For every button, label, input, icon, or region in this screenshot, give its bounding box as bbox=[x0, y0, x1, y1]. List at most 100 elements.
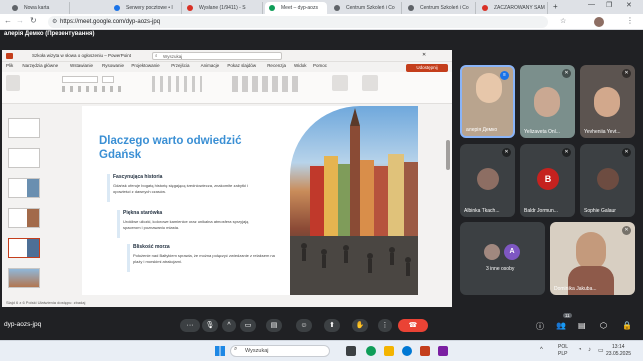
close-window-icon[interactable]: ✕ bbox=[626, 1, 632, 9]
participant-tile[interactable]: ✕ Yelizaveta Onl... bbox=[520, 65, 575, 138]
gdansk-photo bbox=[290, 106, 418, 295]
tab-favicon-icon bbox=[334, 5, 340, 11]
powerpoint-taskbar-icon[interactable] bbox=[420, 346, 430, 356]
ppt-ribbon-tabs: Plik Narzędzia główne Wstawianie Rysowanie P… bbox=[2, 62, 452, 72]
browser-tab-6[interactable]: ZACZAROWANY SAM bbox=[478, 2, 548, 14]
slide-thumbnail-active[interactable] bbox=[8, 238, 40, 258]
file-explorer-icon[interactable] bbox=[384, 346, 394, 356]
self-view-tile[interactable]: ✕ Dominika Jakuba... bbox=[550, 222, 635, 295]
keyboard-layout[interactable]: PLP bbox=[558, 351, 567, 357]
meeting-code: dyp-aozs-jpq bbox=[4, 321, 42, 328]
avatar: B bbox=[537, 168, 559, 190]
clock-time[interactable]: 13:14 bbox=[612, 344, 625, 350]
ribbon-tab[interactable]: Animacje bbox=[201, 63, 220, 68]
ppt-close-icon[interactable]: ✕ bbox=[422, 52, 426, 58]
more-reactions-button[interactable]: ··· bbox=[180, 319, 200, 332]
back-icon[interactable]: ← bbox=[4, 16, 12, 25]
participant-tile-speaking[interactable]: ≡ алерія Демко bbox=[460, 65, 515, 138]
designer-icon[interactable] bbox=[332, 75, 348, 91]
battery-icon[interactable]: ▭ bbox=[598, 347, 604, 354]
browser-tab-5[interactable]: Centrum Szkoleń i Co bbox=[404, 2, 476, 14]
edge-icon[interactable] bbox=[402, 346, 412, 356]
mic-off-icon: ✕ bbox=[622, 148, 631, 157]
chevron-up-icon[interactable]: ^ bbox=[222, 319, 236, 332]
maximize-icon[interactable]: ❐ bbox=[606, 1, 612, 9]
font-format-buttons[interactable] bbox=[62, 86, 122, 92]
browser-tab-4[interactable]: Centrum Szkoleń i Co bbox=[330, 2, 402, 14]
share-button[interactable]: Udostępnij bbox=[406, 64, 448, 72]
slide-thumbnail[interactable] bbox=[8, 178, 40, 198]
search-icon: ⌕ bbox=[155, 53, 158, 58]
camera-icon[interactable]: ▭ bbox=[240, 319, 256, 332]
profile-avatar[interactable] bbox=[594, 17, 604, 27]
forward-icon[interactable]: → bbox=[16, 16, 24, 25]
browser-tab-0[interactable]: Nowa karta bbox=[8, 2, 70, 14]
paste-icon[interactable] bbox=[6, 75, 20, 91]
slide-thumbnail[interactable] bbox=[8, 148, 40, 168]
browser-tab-2[interactable]: Wysłane (1/9411) - S bbox=[183, 2, 263, 14]
present-screen-icon[interactable]: ⬆ bbox=[324, 319, 340, 332]
browser-tab-1[interactable]: Serwery pocztowe • I bbox=[110, 2, 182, 14]
browser-menu-icon[interactable]: ⋮ bbox=[626, 16, 634, 25]
ribbon-tab[interactable]: Plik bbox=[6, 63, 13, 68]
participant-tile[interactable]: ✕ Albinka Tkach... bbox=[460, 144, 515, 217]
shapes-gallery[interactable] bbox=[232, 76, 302, 92]
wifi-icon[interactable]: ◔ bbox=[578, 347, 582, 353]
font-name-select[interactable] bbox=[62, 76, 98, 83]
site-info-icon[interactable]: ⚙ bbox=[52, 18, 57, 25]
volume-icon[interactable]: ♪ bbox=[588, 347, 591, 353]
participant-tile[interactable]: ✕ Sophie Galaur bbox=[580, 144, 635, 217]
ppt-status-bar: Slajd 6 z 6 Polski Ułatwienia dostępu: z… bbox=[2, 299, 452, 307]
url-input[interactable]: https://meet.google.com/dyp-aozs-jpq bbox=[48, 16, 548, 28]
avatar bbox=[477, 168, 499, 190]
language-indicator[interactable]: POL bbox=[558, 344, 568, 350]
ribbon-tab[interactable]: Wstawianie bbox=[70, 63, 93, 68]
ribbon-tab[interactable]: Narzędzia główne bbox=[22, 63, 58, 68]
browser-tab-active[interactable]: Meet – dyp-aozs bbox=[265, 2, 327, 14]
ribbon-tab[interactable]: Pokaz slajdów bbox=[227, 63, 256, 68]
participant-tile[interactable]: ✕ Yevheniia Yevt... bbox=[580, 65, 635, 138]
chrome-icon[interactable] bbox=[366, 346, 376, 356]
activities-icon[interactable]: ⬡ bbox=[600, 321, 607, 330]
ribbon-tab[interactable]: Projektowanie bbox=[131, 63, 159, 68]
more-options-icon[interactable]: ⋮ bbox=[378, 319, 392, 332]
minimize-icon[interactable]: — bbox=[588, 1, 595, 8]
reload-icon[interactable]: ↻ bbox=[30, 16, 37, 25]
slide-thumbnail[interactable] bbox=[8, 118, 40, 138]
emoji-icon[interactable]: ☺ bbox=[296, 319, 312, 332]
bookmark-star-icon[interactable]: ☆ bbox=[560, 17, 566, 25]
ribbon-tab[interactable]: Pomoc bbox=[313, 63, 327, 68]
ribbon-tab[interactable]: Widok bbox=[294, 63, 307, 68]
mic-off-icon: ✕ bbox=[622, 69, 631, 78]
task-view-icon[interactable] bbox=[346, 346, 356, 356]
ribbon-tab[interactable]: Rysowanie bbox=[102, 63, 124, 68]
info-icon[interactable]: ⓘ bbox=[536, 321, 544, 332]
ribbon-tab[interactable]: Recenzja bbox=[267, 63, 286, 68]
mic-icon[interactable]: 🎙 bbox=[202, 319, 218, 332]
app-taskbar-icon[interactable] bbox=[438, 346, 448, 356]
chat-icon[interactable]: ▤ bbox=[578, 321, 586, 330]
dictate-icon[interactable] bbox=[362, 75, 378, 91]
windows-start-icon[interactable] bbox=[215, 346, 225, 356]
taskbar-search-input[interactable]: Wyszukaj bbox=[230, 345, 330, 357]
tab-favicon-icon bbox=[408, 5, 414, 11]
people-icon[interactable]: 👥 bbox=[556, 321, 566, 330]
new-tab-icon[interactable]: + bbox=[553, 2, 558, 11]
slide-thumbnail[interactable] bbox=[8, 208, 40, 228]
participant-tile[interactable]: B ✕ Baldr Jormun... bbox=[520, 144, 575, 217]
ribbon-tab[interactable]: Przejścia bbox=[171, 63, 189, 68]
clock-date[interactable]: 23.05.2025 bbox=[606, 351, 631, 357]
slide-scrollbar[interactable] bbox=[446, 140, 450, 170]
other-participants-tile[interactable]: A 3 inne osoby bbox=[460, 222, 545, 295]
host-controls-icon[interactable]: 🔒 bbox=[622, 321, 632, 330]
section-text: Gdańsk oferuje bogatą historię sięgającą… bbox=[113, 183, 248, 194]
slide-thumbnail[interactable] bbox=[8, 268, 40, 288]
tray-chevron-icon[interactable]: ^ bbox=[540, 347, 543, 353]
leave-call-button[interactable]: ☎ bbox=[398, 319, 428, 332]
captions-icon[interactable]: ▤ bbox=[266, 319, 282, 332]
ppt-doc-title: Szkoła wizyta w słowa o ogłoszeniu – Pow… bbox=[32, 53, 132, 58]
raise-hand-icon[interactable]: ✋ bbox=[352, 319, 368, 332]
font-size-select[interactable] bbox=[102, 76, 114, 83]
ppt-search-input[interactable]: Wyszukaj bbox=[152, 52, 282, 60]
paragraph-buttons[interactable] bbox=[152, 76, 202, 92]
